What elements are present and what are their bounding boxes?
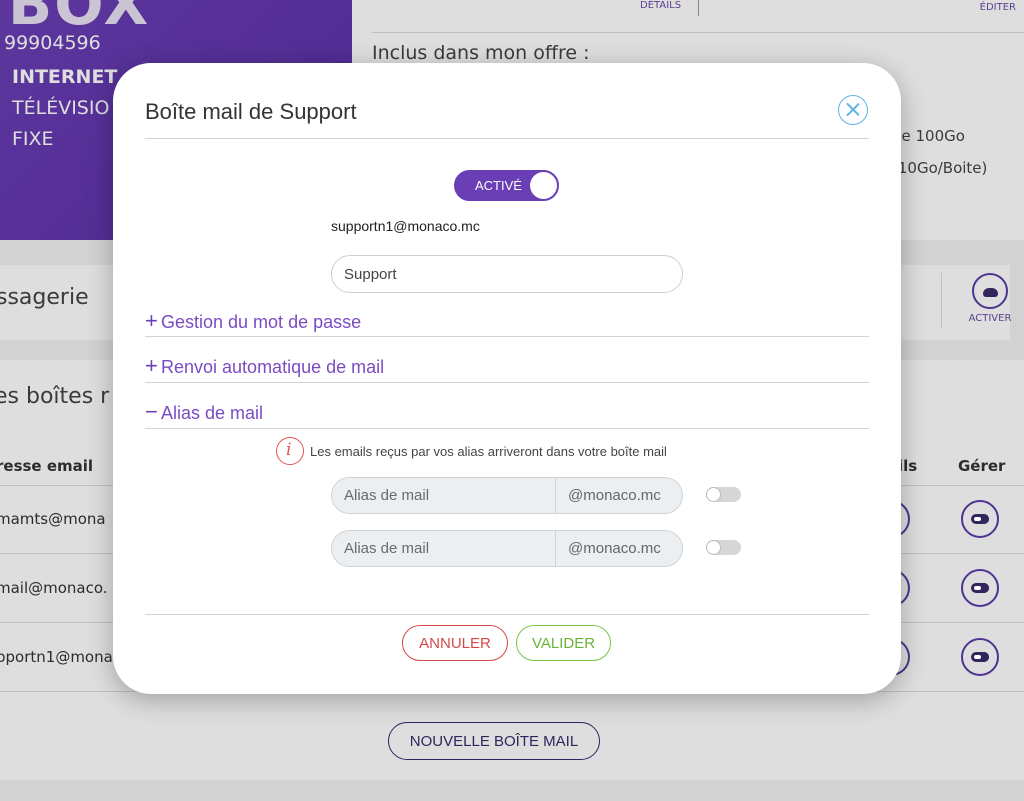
divider [145, 336, 869, 337]
divider [145, 428, 869, 429]
status-toggle-label: ACTIVÉ [475, 178, 522, 193]
alias-toggle[interactable] [706, 540, 741, 555]
info-icon [276, 437, 304, 465]
alias-field: @monaco.mc [331, 530, 683, 567]
expand-icon: + [145, 353, 158, 378]
mailbox-name-input[interactable] [331, 255, 683, 293]
divider [145, 614, 869, 615]
alias-input[interactable] [332, 478, 556, 513]
status-toggle[interactable]: ACTIVÉ [454, 170, 559, 201]
validate-button[interactable]: VALIDER [516, 625, 611, 661]
expand-icon: + [145, 308, 158, 333]
divider [145, 138, 869, 139]
mailbox-address: supportn1@monaco.mc [331, 218, 480, 234]
section-label: Gestion du mot de passe [161, 312, 362, 332]
section-password[interactable]: + Gestion du mot de passe [145, 308, 869, 334]
toggle-knob [530, 172, 557, 199]
section-label: Alias de mail [161, 403, 264, 423]
alias-toggle[interactable] [706, 487, 741, 502]
alias-field: @monaco.mc [331, 477, 683, 514]
section-label: Renvoi automatique de mail [161, 357, 385, 377]
modal-title: Boîte mail de Support [145, 99, 357, 124]
collapse-icon: − [145, 399, 158, 424]
section-alias[interactable]: − Alias de mail [145, 399, 869, 425]
alias-info-text: Les emails reçus par vos alias arriveron… [310, 443, 667, 459]
alias-info: Les emails reçus par vos alias arriveron… [276, 437, 667, 465]
close-icon[interactable] [838, 95, 868, 125]
alias-domain: @monaco.mc [568, 540, 661, 557]
section-forward[interactable]: + Renvoi automatique de mail [145, 353, 869, 379]
alias-domain: @monaco.mc [568, 487, 661, 504]
alias-input[interactable] [332, 531, 556, 566]
mailbox-modal: Boîte mail de Support ACTIVÉ supportn1@m… [113, 63, 901, 694]
divider [145, 382, 869, 383]
cancel-button[interactable]: ANNULER [402, 625, 508, 661]
